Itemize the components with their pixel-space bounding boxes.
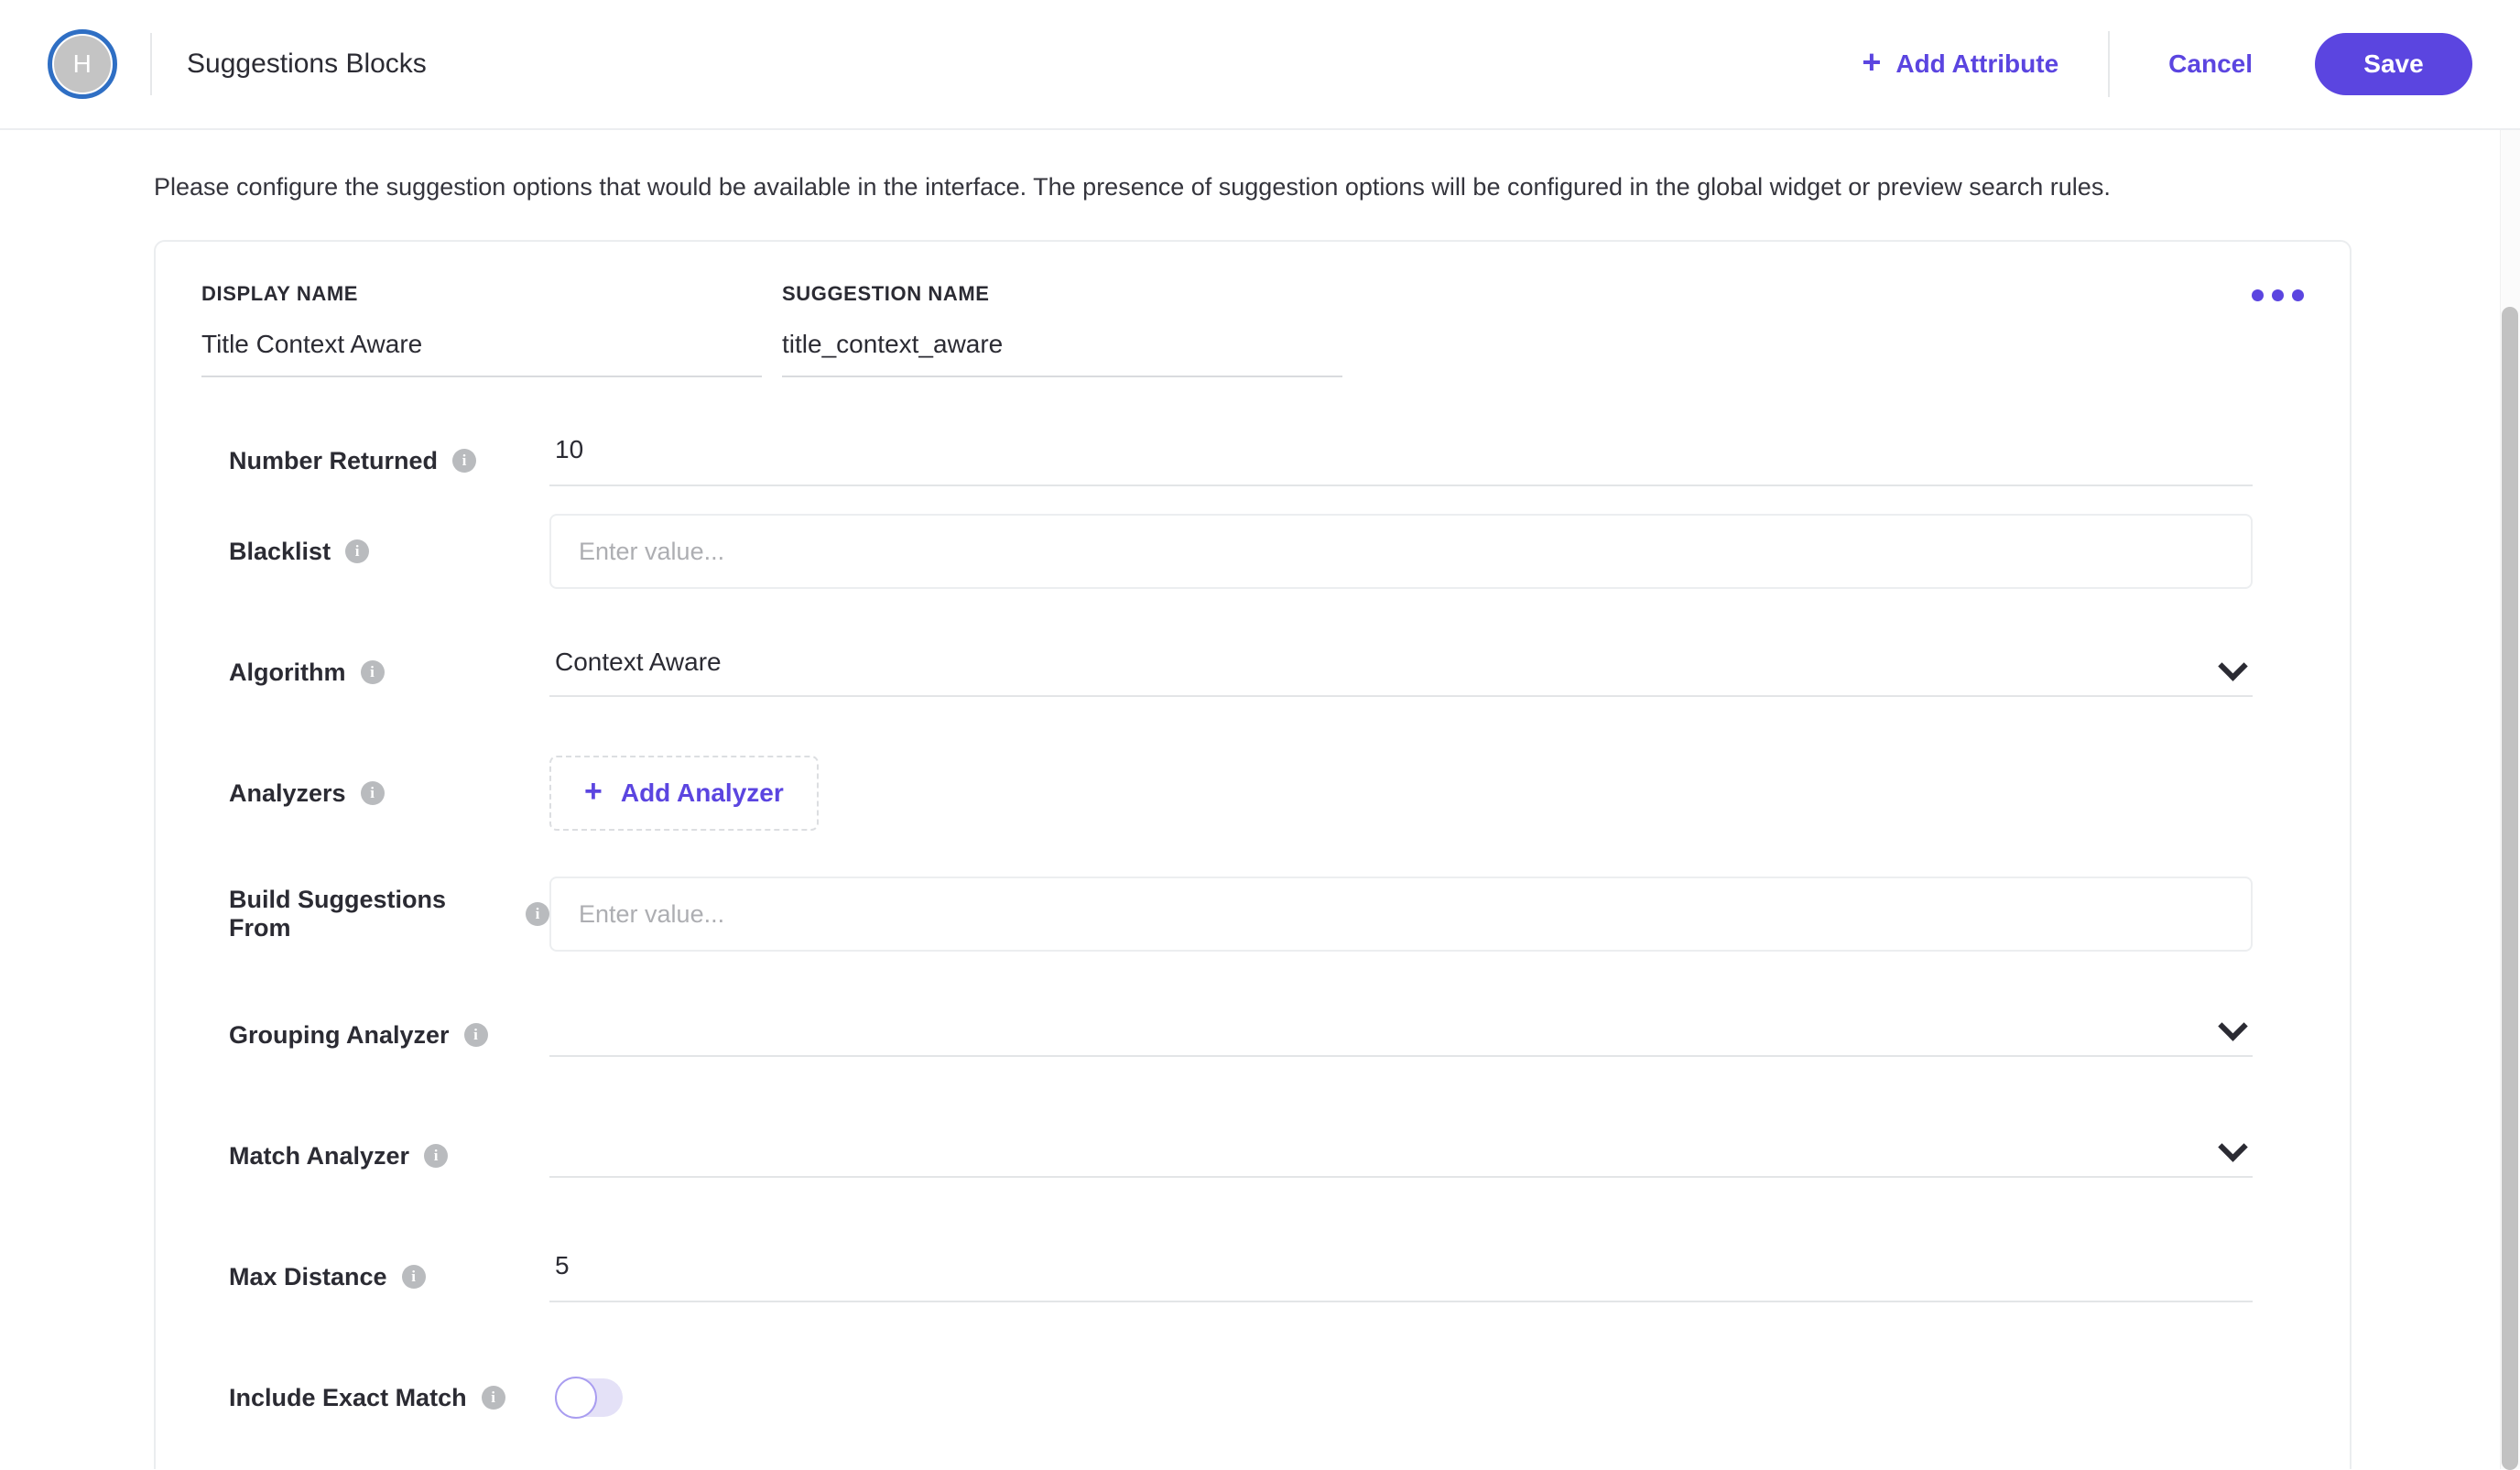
row-label: Blacklist — [229, 537, 331, 565]
row-match-analyzer: Match Analyzer i — [156, 1095, 2350, 1216]
info-icon[interactable]: i — [452, 449, 477, 474]
add-analyzer-label: Add Analyzer — [620, 779, 784, 808]
row-control: + Add Analyzer — [549, 756, 2350, 832]
cancel-button[interactable]: Cancel — [2159, 42, 2262, 86]
kebab-menu-icon[interactable] — [2243, 280, 2313, 310]
chevron-down-icon[interactable] — [2220, 1013, 2243, 1037]
row-label: Grouping Analyzer — [229, 1020, 450, 1049]
row-label-wrapper: Analyzers i — [156, 779, 549, 808]
row-label: Match Analyzer — [229, 1141, 410, 1170]
row-control — [549, 1377, 2350, 1420]
algorithm-select[interactable]: Context Aware — [549, 648, 2253, 698]
attribute-rows: Number Returned i 10 Blacklist i Enter v… — [156, 430, 2350, 1458]
display-name-field: DISPLAY NAME Title Context Aware — [201, 282, 762, 378]
row-control: Enter value... — [549, 514, 2350, 590]
save-button[interactable]: Save — [2315, 33, 2472, 95]
row-label-wrapper: Algorithm i — [156, 659, 549, 687]
header-divider-right — [2108, 31, 2111, 97]
row-label-wrapper: Blacklist i — [156, 538, 549, 566]
blacklist-input[interactable]: Enter value... — [549, 514, 2253, 590]
row-include-exact-match: Include Exact Match i — [156, 1337, 2350, 1458]
suggestion-name-field: SUGGESTION NAME title_context_aware — [782, 282, 1342, 378]
row-label-wrapper: Number Returned i — [156, 447, 549, 475]
avatar-initial: H — [54, 36, 111, 93]
row-label-wrapper: Build Suggestions From i — [156, 886, 549, 942]
number-returned-input[interactable]: 10 — [549, 435, 2253, 487]
row-grouping-analyzer: Grouping Analyzer i — [156, 975, 2350, 1095]
display-name-label: DISPLAY NAME — [201, 282, 359, 306]
row-label-wrapper: Grouping Analyzer i — [156, 1021, 549, 1050]
display-name-input[interactable]: Title Context Aware — [201, 330, 762, 378]
intro-text: Please configure the suggestion options … — [154, 173, 2111, 201]
plus-icon: + — [1862, 43, 1882, 81]
app-header: H Suggestions Blocks + Add Attribute Can… — [0, 0, 2520, 130]
row-control: Enter value... — [549, 877, 2350, 953]
add-attribute-button[interactable]: + Add Attribute — [1862, 43, 2059, 81]
chevron-down-icon[interactable] — [2220, 653, 2243, 677]
suggestion-name-label: SUGGESTION NAME — [782, 282, 990, 306]
add-attribute-label: Add Attribute — [1895, 49, 2059, 78]
info-icon[interactable]: i — [345, 539, 370, 564]
add-analyzer-button[interactable]: + Add Analyzer — [549, 756, 819, 832]
max-distance-input[interactable]: 5 — [549, 1251, 2253, 1303]
row-number-returned: Number Returned i 10 — [156, 430, 2350, 491]
avatar[interactable]: H — [48, 29, 117, 99]
card-name-row: DISPLAY NAME Title Context Aware SUGGEST… — [156, 282, 2350, 378]
toggle-knob — [555, 1377, 597, 1420]
row-control — [549, 1134, 2350, 1179]
row-label: Algorithm — [229, 658, 346, 686]
row-control — [549, 1013, 2350, 1058]
info-icon[interactable]: i — [463, 1023, 488, 1048]
row-analyzers: Analyzers i + Add Analyzer — [156, 733, 2350, 854]
info-icon[interactable]: i — [424, 1144, 449, 1169]
info-icon[interactable]: i — [360, 781, 385, 806]
suggestion-name-input[interactable]: title_context_aware — [782, 330, 1342, 378]
row-blacklist: Blacklist i Enter value... — [156, 491, 2350, 612]
include-exact-match-toggle[interactable] — [555, 1377, 623, 1420]
page-scrollbar-thumb[interactable] — [2502, 307, 2518, 1470]
build-suggestions-from-input[interactable]: Enter value... — [549, 877, 2253, 953]
row-build-suggestions-from: Build Suggestions From i Enter value... — [156, 854, 2350, 975]
row-control: Context Aware — [549, 648, 2350, 698]
header-actions: + Add Attribute Cancel Save — [1862, 31, 2472, 97]
info-icon[interactable]: i — [481, 1386, 505, 1410]
row-control: 5 — [549, 1251, 2350, 1303]
row-label: Analyzers — [229, 779, 346, 807]
page-title: Suggestions Blocks — [187, 49, 427, 79]
info-icon[interactable]: i — [401, 1265, 426, 1290]
row-control: 10 — [549, 435, 2350, 487]
plus-icon: + — [584, 774, 603, 810]
suggestion-block-card: DISPLAY NAME Title Context Aware SUGGEST… — [154, 240, 2352, 1469]
row-label-wrapper: Match Analyzer i — [156, 1142, 549, 1171]
header-divider-left — [150, 33, 152, 95]
grouping-analyzer-select[interactable] — [549, 1013, 2253, 1058]
info-icon[interactable]: i — [526, 902, 549, 927]
row-algorithm: Algorithm i Context Aware — [156, 612, 2350, 733]
page-scrollbar-track[interactable] — [2500, 130, 2520, 1470]
algorithm-value: Context Aware — [555, 648, 722, 677]
chevron-down-icon[interactable] — [2220, 1134, 2243, 1158]
row-max-distance: Max Distance i 5 — [156, 1216, 2350, 1337]
row-label: Build Suggestions From — [229, 886, 447, 942]
row-label: Include Exact Match — [229, 1383, 467, 1411]
row-label-wrapper: Max Distance i — [156, 1263, 549, 1291]
page-body: Please configure the suggestion options … — [0, 130, 2520, 1469]
info-icon[interactable]: i — [360, 660, 385, 685]
row-label: Max Distance — [229, 1262, 387, 1290]
row-label: Number Returned — [229, 446, 439, 474]
match-analyzer-select[interactable] — [549, 1134, 2253, 1179]
row-label-wrapper: Include Exact Match i — [156, 1384, 549, 1412]
